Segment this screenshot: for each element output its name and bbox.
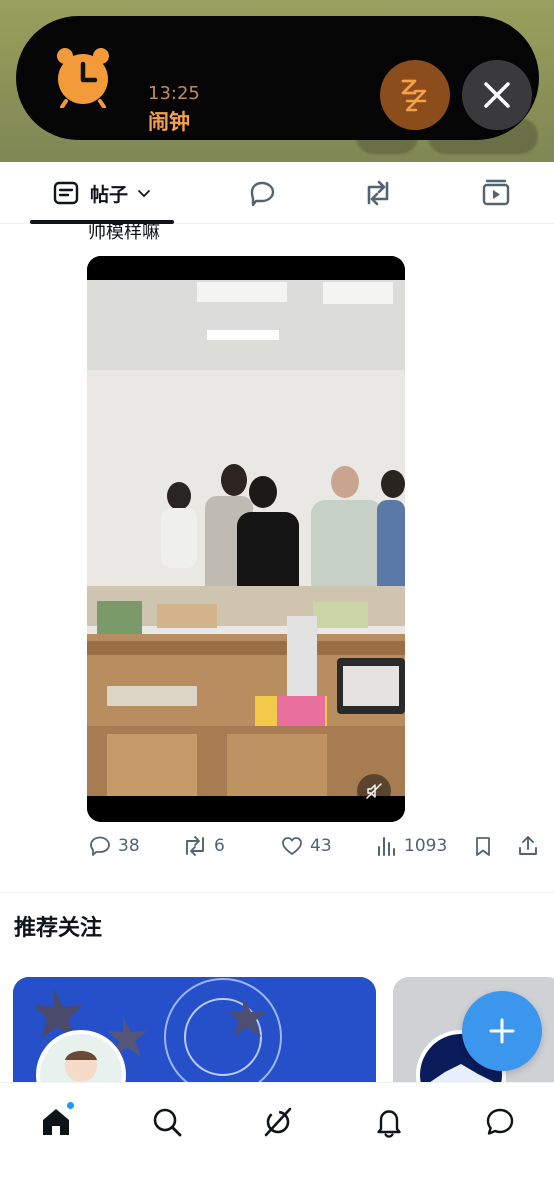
repost-button[interactable]: 6 — [182, 826, 225, 866]
like-button[interactable]: 43 — [280, 826, 332, 866]
snooze-button[interactable] — [380, 60, 450, 130]
repost-icon — [367, 180, 389, 206]
nav-home[interactable] — [31, 1097, 81, 1147]
share-icon — [519, 836, 537, 855]
reply-icon — [250, 181, 275, 207]
alarm-live-activity[interactable]: 13:25 闹钟 — [16, 16, 539, 140]
chevron-down-icon — [138, 190, 150, 197]
search-icon — [153, 1108, 182, 1137]
tab-videos[interactable] — [466, 162, 526, 224]
views-button[interactable]: 1093 — [376, 826, 447, 866]
view-count: 1093 — [404, 836, 448, 856]
reply-icon — [90, 836, 110, 856]
reply-count: 38 — [118, 836, 140, 856]
nav-grok[interactable] — [253, 1097, 303, 1147]
heart-icon — [282, 837, 302, 855]
notification-dot — [66, 1101, 75, 1110]
recommended-follows-title: 推荐关注 — [14, 916, 103, 941]
tab-reposts[interactable] — [348, 162, 408, 224]
stop-alarm-button[interactable] — [462, 60, 532, 130]
bell-icon — [377, 1110, 401, 1138]
grok-icon — [264, 1107, 292, 1137]
home-icon — [43, 1109, 69, 1135]
bookmark-icon — [476, 837, 490, 856]
video-icon — [482, 179, 510, 206]
tab-replies[interactable] — [232, 162, 292, 224]
tab-posts-label: 帖子 — [89, 183, 128, 206]
bottom-navigation — [0, 1082, 554, 1200]
tab-posts[interactable]: 帖子 — [30, 162, 174, 224]
post-text: 帅模样嘛 — [88, 222, 160, 242]
app-screen: 13:25 闹钟 帖子 帅模样嘛 38 6 43 1093 推荐关注 — [0, 0, 554, 1200]
compose-post-button[interactable] — [462, 991, 542, 1071]
post-video[interactable] — [87, 256, 405, 822]
message-icon — [486, 1108, 514, 1135]
profile-tabs: 帖子 — [0, 162, 554, 224]
views-chart-icon — [378, 837, 395, 856]
mute-button[interactable] — [357, 774, 391, 808]
reply-button[interactable]: 38 — [88, 826, 140, 866]
like-count: 43 — [310, 836, 332, 856]
bookmark-button[interactable] — [472, 826, 494, 866]
nav-search[interactable] — [142, 1097, 192, 1147]
nav-notifications[interactable] — [364, 1097, 414, 1147]
video-frame — [87, 256, 405, 822]
nav-messages[interactable] — [475, 1097, 525, 1147]
alarm-time: 13:25 — [148, 83, 200, 104]
repost-count: 6 — [214, 836, 225, 856]
zzz-icon — [401, 79, 427, 112]
repost-icon — [186, 836, 204, 856]
speaker-muted-icon — [366, 783, 382, 799]
post-icon — [53, 181, 79, 205]
alarm-title: 闹钟 — [148, 110, 190, 134]
post-action-bar: 38 6 43 1093 — [0, 826, 554, 866]
alarm-clock-icon — [57, 48, 109, 108]
share-button[interactable] — [516, 826, 540, 866]
plus-icon — [489, 1018, 515, 1044]
close-icon — [484, 82, 510, 108]
section-divider — [0, 892, 554, 893]
